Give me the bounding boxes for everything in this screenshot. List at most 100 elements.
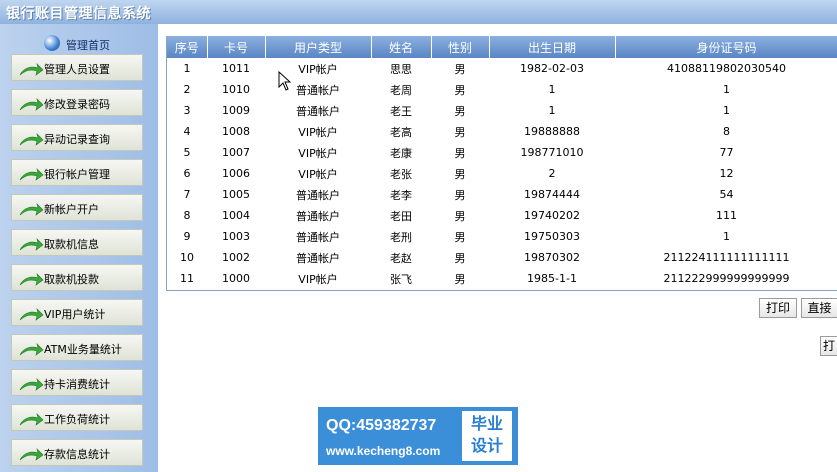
sidebar-item[interactable]: 银行帐户管理 <box>11 159 143 186</box>
sidebar-item-label: 异动记录查询 <box>44 133 110 146</box>
table-cell: 男 <box>454 251 466 265</box>
extra-button[interactable]: 打 <box>820 336 837 356</box>
table-cell: 男 <box>454 83 466 97</box>
table-cell: 老周 <box>390 83 412 97</box>
sidebar-item[interactable]: 新帐户开户 <box>11 194 143 221</box>
sidebar-item[interactable]: 工作负荷统计 <box>11 404 143 431</box>
sidebar-item-label: 修改登录密码 <box>44 98 110 111</box>
table-cell: VIP帐户 <box>298 167 338 181</box>
table-cell: 普通帐户 <box>296 251 340 265</box>
table-cell: 男 <box>454 125 466 139</box>
sidebar-item-label: ATM业务量统计 <box>44 343 122 356</box>
table-cell: 1000 <box>222 272 250 285</box>
table-cell: 1985-1-1 <box>527 272 577 285</box>
table-row: 4 1008 VIP帐户 老高 男 19888888 8 <box>167 121 837 142</box>
table-cell: 1 <box>723 230 730 243</box>
sidebar-item[interactable]: 异动记录查询 <box>11 124 143 151</box>
table-header-row: 序号 卡号 用户类型 姓名 性别 出生日期 身份证号码 <box>167 36 837 58</box>
table-cell: 1003 <box>222 230 250 243</box>
column-header: 序号 <box>167 36 208 58</box>
green-arrow-icon <box>19 448 44 461</box>
table-cell: 111 <box>716 209 737 222</box>
sidebar-item-label: 管理人员设置 <box>44 63 110 76</box>
sidebar-home[interactable]: 管理首页 <box>0 34 158 56</box>
table-cell: 8 <box>723 125 730 138</box>
sidebar-item[interactable]: 取款机投款 <box>11 264 143 291</box>
sidebar-item[interactable]: 存款信息统计 <box>11 439 143 466</box>
table-cell: 12 <box>719 167 734 180</box>
watermark-badge-line2: 设计 <box>470 436 503 455</box>
table-cell: 11 <box>180 272 194 285</box>
sidebar-item[interactable]: 取款机信息 <box>11 229 143 256</box>
table-cell: 1008 <box>222 125 250 138</box>
column-header: 身份证号码 <box>615 36 837 58</box>
sidebar: 管理首页 管理人员设置 修改登录密码 异动记录查询 银行帐户管理新帐户开户取款机信息取… <box>0 24 158 472</box>
table-cell: 1010 <box>222 83 250 96</box>
table-cell: 男 <box>454 230 466 244</box>
table-cell: 男 <box>454 104 466 118</box>
table-cell: 1002 <box>222 251 250 264</box>
table-cell: 男 <box>454 188 466 202</box>
table-cell: 1006 <box>222 167 250 180</box>
green-arrow-icon <box>19 413 44 426</box>
sidebar-item-label: 取款机信息 <box>44 238 99 251</box>
green-arrow-icon <box>19 343 44 356</box>
print-button[interactable]: 打印 <box>759 298 797 318</box>
watermark-site: www.kecheng8.com <box>326 444 441 458</box>
sidebar-item-label: 持卡消费统计 <box>44 378 110 391</box>
table-cell: 男 <box>454 62 466 76</box>
table-cell: 思思 <box>390 62 412 76</box>
sidebar-item[interactable]: 持卡消费统计 <box>11 369 143 396</box>
table-row: 2 1010 普通帐户 老周男 1 1 <box>167 79 837 100</box>
table-cell: 19870302 <box>524 251 580 264</box>
green-arrow-icon <box>19 168 44 181</box>
table-cell: 男 <box>454 167 466 181</box>
table-row: 1 1011 VIP帐户 思思男 1982-02-03 41088119802030540 <box>167 58 837 79</box>
table-cell: 普通帐户 <box>296 104 340 118</box>
table-cell: 1007 <box>222 146 250 159</box>
green-arrow-icon <box>19 98 44 111</box>
sidebar-item[interactable]: VIP用户统计 <box>11 299 143 326</box>
table-cell: 4 <box>183 125 191 138</box>
table-cell: 19888888 <box>524 125 580 138</box>
app-title: 银行账目管理信息系统 <box>6 6 151 22</box>
direct-button[interactable]: 直接 <box>801 298 837 318</box>
table-cell: 1 <box>548 104 556 117</box>
watermark: QQ:459382737 www.kecheng8.com 毕业 设计 <box>318 407 518 465</box>
sidebar-item-label: 银行帐户管理 <box>44 168 110 181</box>
table-cell: 77 <box>719 146 734 159</box>
table-cell: 211224111111111111 <box>663 251 790 264</box>
table-cell: 19874444 <box>524 188 580 201</box>
table-cell: 普通帐户 <box>296 209 340 223</box>
table-cell: 19740202 <box>524 209 580 222</box>
table-cell: 198771010 <box>520 146 584 159</box>
sidebar-item[interactable]: 修改登录密码 <box>11 89 143 116</box>
table-row: 5 1007 VIP帐户 老康 男 198771010 77 <box>167 142 837 163</box>
table-row: 6 1006 VIP帐户 老张 男 2 12 <box>167 163 837 184</box>
table-row: 9 1003 普通帐户 老刑 男 19750303 1 <box>167 226 837 247</box>
table-body: 1 1011 VIP帐户 思思男 1982-02-03 41088119802030540… <box>167 58 837 289</box>
table-cell: 6 <box>183 167 191 180</box>
sidebar-item[interactable]: ATM业务量统计 <box>11 334 143 361</box>
table-cell: 2 <box>183 83 191 96</box>
table-cell: 41088119802030540 <box>667 62 786 75</box>
table-cell: 1 <box>723 104 730 117</box>
table-cell: 1982-02-03 <box>520 62 584 75</box>
table-cell: 老高 <box>390 125 412 139</box>
green-arrow-icon <box>19 63 44 76</box>
table-cell: 老赵 <box>390 251 412 265</box>
table-cell: 10 <box>180 251 194 264</box>
table-cell: 1009 <box>222 104 250 117</box>
watermark-badge: 毕业 设计 <box>462 411 512 461</box>
table-cell: VIP帐户 <box>298 146 338 160</box>
column-header: 姓名 <box>371 36 432 58</box>
table-row: 11 1000 VIP帐户 张飞 男 1985-1-1 211222999999999999 <box>167 268 837 289</box>
table-cell: 老李 <box>390 188 412 202</box>
table-row: 8 1004 普通帐户 老田 男 19740202 111 <box>167 205 837 226</box>
table-cell: 老田 <box>390 209 412 223</box>
sidebar-item-label: 取款机投款 <box>44 273 99 286</box>
watermark-qq: QQ:459382737 <box>326 417 437 434</box>
table-cell: 老张 <box>390 167 412 181</box>
sidebar-item[interactable]: 管理人员设置 <box>11 54 143 81</box>
table-cell: 7 <box>183 188 191 201</box>
